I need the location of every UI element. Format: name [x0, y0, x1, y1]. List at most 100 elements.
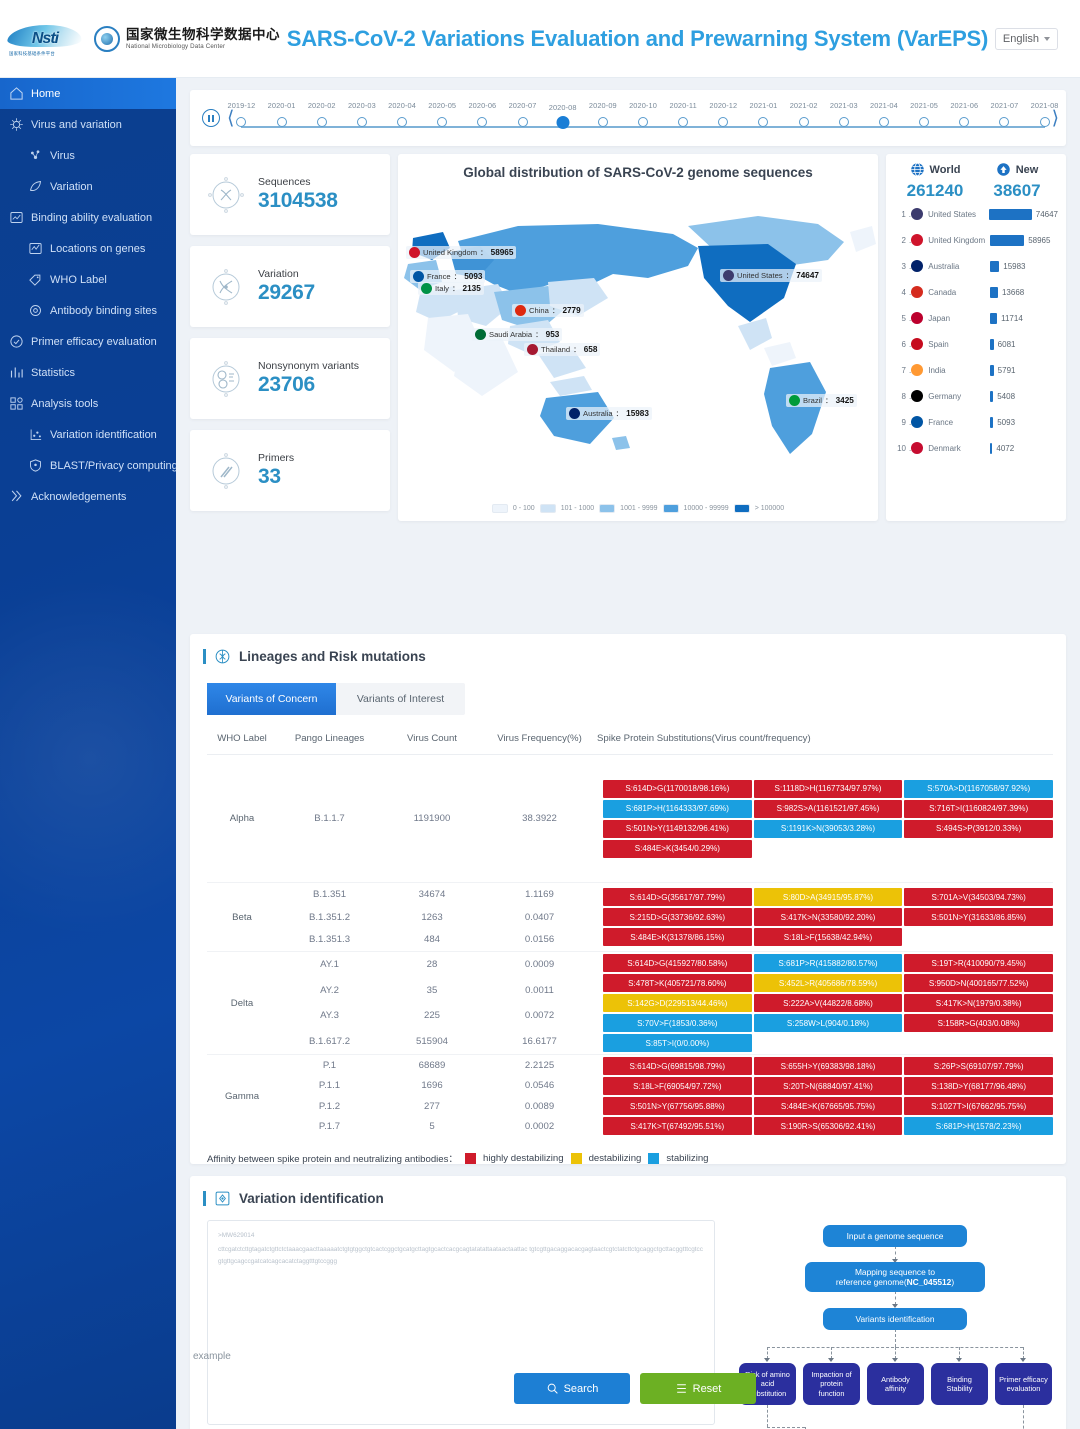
- timeline-node-2021-01[interactable]: 2021-01: [750, 101, 777, 127]
- tab-variants-of-interest[interactable]: Variants of Interest: [336, 683, 465, 715]
- mutation-chip[interactable]: S:701A>V(34503/94.73%): [904, 888, 1053, 906]
- sidebar-item-antibody-binding-sites[interactable]: Antibody binding sites: [0, 295, 176, 326]
- table-row[interactable]: Gamma P.1 68689 2.2125 S:614D>G(69815/98.79%…: [207, 1054, 1053, 1137]
- mutation-chip[interactable]: S:655H>Y(69383/98.18%): [753, 1057, 903, 1075]
- sidebar-item-home[interactable]: Home: [0, 78, 176, 109]
- timeline-node-2021-02[interactable]: 2021-02: [790, 101, 817, 127]
- search-button[interactable]: Search: [514, 1373, 630, 1404]
- mutation-chip[interactable]: S:681P>H(1164333/97.69%): [603, 799, 752, 818]
- timeline-pause-button[interactable]: [202, 109, 220, 127]
- sidebar-item-analysis-tools[interactable]: Analysis tools: [0, 388, 176, 419]
- mutation-chip[interactable]: S:18L>F(15638/42.94%): [753, 928, 903, 946]
- flow-node-input[interactable]: Input a genome sequence: [823, 1225, 967, 1247]
- mutation-chip[interactable]: S:484E>K(3454/0.29%): [603, 839, 752, 858]
- sidebar-item-variation-identification[interactable]: Variation identification: [0, 419, 176, 450]
- stat-card-primers[interactable]: Primers 33: [190, 430, 390, 511]
- mutation-chip[interactable]: S:478T>K(405721/78.60%): [603, 974, 752, 992]
- timeline-node-2021-08[interactable]: 2021-08: [1031, 101, 1058, 127]
- ranking-row[interactable]: 6. Spain 6081: [894, 331, 1058, 357]
- sidebar-item-who-label[interactable]: WHO Label: [0, 264, 176, 295]
- stat-card-variation[interactable]: Variation 29267: [190, 246, 390, 327]
- timeline-node-2020-02[interactable]: 2020-02: [308, 101, 336, 127]
- mutation-chip[interactable]: S:681P>R(415882/80.57%): [753, 954, 903, 972]
- mutation-chip[interactable]: S:26P>S(69107/97.79%): [904, 1057, 1053, 1075]
- mutation-chip[interactable]: S:484E>K(67665/95.75%): [753, 1097, 903, 1115]
- ranking-row[interactable]: 2. United Kingdom 58965: [894, 227, 1058, 253]
- ranking-row[interactable]: 10. Denmark 4072: [894, 435, 1058, 461]
- mutation-chip[interactable]: S:80D>A(34915/95.87%): [753, 888, 903, 906]
- timeline-node-2021-06[interactable]: 2021-06: [950, 101, 978, 127]
- timeline-node-2020-11[interactable]: 2020-11: [670, 101, 697, 127]
- timeline-node-2020-09[interactable]: 2020-09: [589, 101, 617, 127]
- mutation-chip[interactable]: S:614D>G(69815/98.79%): [603, 1057, 752, 1075]
- mutation-chip[interactable]: S:215D>G(33736/92.63%): [603, 908, 752, 926]
- timeline-node-2020-03[interactable]: 2020-03: [348, 101, 376, 127]
- table-row[interactable]: Delta AY.1 28 0.0009 S:614D>G(415927/80.58%)…: [207, 951, 1053, 1055]
- mutation-chip[interactable]: S:614D>G(1170018/98.16%): [603, 779, 752, 798]
- mutation-chip[interactable]: S:1027T>I(67662/95.75%): [904, 1097, 1053, 1115]
- sidebar-item-variation[interactable]: Variation: [0, 171, 176, 202]
- timeline-node-2020-08[interactable]: 2020-08: [549, 103, 576, 129]
- timeline-node-2019-12[interactable]: 2019-12: [228, 101, 255, 127]
- table-row[interactable]: Alpha B.1.1.7 1191900 38.3922 S:614D>G(11700…: [207, 755, 1053, 883]
- flow-node-branch-1[interactable]: Impaction of protein function: [803, 1363, 860, 1405]
- flow-node-branch-4[interactable]: Primer efficacy evaluation: [995, 1363, 1052, 1405]
- mutation-chip[interactable]: S:716T>I(1160824/97.39%): [904, 799, 1053, 818]
- sidebar-item-virus[interactable]: Virus: [0, 140, 176, 171]
- flow-node-mapping[interactable]: Mapping sequence to reference genome(NC_…: [805, 1262, 985, 1292]
- reset-button[interactable]: Reset: [640, 1373, 756, 1404]
- mutation-chip[interactable]: S:484E>K(31378/86.15%): [603, 928, 752, 946]
- timeline-node-2020-06[interactable]: 2020-06: [468, 101, 496, 127]
- sidebar-item-virus-and-variation[interactable]: Virus and variation: [0, 109, 176, 140]
- mutation-chip[interactable]: S:494S>P(3912/0.33%): [904, 819, 1053, 838]
- mutation-chip[interactable]: S:681P>H(1578/2.23%): [904, 1117, 1053, 1135]
- sidebar-item-blast-privacy-computing[interactable]: BLAST/Privacy computing: [0, 450, 176, 481]
- mutation-chip[interactable]: S:1191K>N(39053/3.28%): [753, 819, 903, 838]
- mutation-chip[interactable]: S:417K>T(67492/95.51%): [603, 1117, 752, 1135]
- mutation-chip[interactable]: S:138D>Y(68177/96.48%): [904, 1077, 1053, 1095]
- flow-node-variants[interactable]: Variants identification: [823, 1308, 967, 1330]
- ranking-row[interactable]: 1. United States 74647: [894, 201, 1058, 227]
- mutation-chip[interactable]: S:614D>G(35617/97.79%): [603, 888, 752, 906]
- table-row[interactable]: Beta B.1.351 34674 1.1169 S:614D>G(35617/97.…: [207, 882, 1053, 952]
- mutation-chip[interactable]: S:501N>Y(31633/86.85%): [904, 908, 1053, 926]
- ranking-row[interactable]: 5. Japan 11714: [894, 305, 1058, 331]
- mutation-chip[interactable]: S:501N>Y(67756/95.88%): [603, 1097, 752, 1115]
- mutation-chip[interactable]: S:19T>R(410090/79.45%): [904, 954, 1053, 972]
- example-link[interactable]: example: [193, 1351, 231, 1362]
- mutation-chip[interactable]: S:85T>I(0/0.00%): [603, 1034, 752, 1052]
- stat-card-sequences[interactable]: Sequences 3104538: [190, 154, 390, 235]
- timeline-node-2020-01[interactable]: 2020-01: [268, 101, 295, 127]
- timeline-node-2021-03[interactable]: 2021-03: [830, 101, 858, 127]
- timeline-node-2020-07[interactable]: 2020-07: [509, 101, 536, 127]
- mutation-chip[interactable]: S:570A>D(1167058/97.92%): [904, 779, 1053, 798]
- world-map-canvas[interactable]: [398, 186, 878, 486]
- mutation-chip[interactable]: S:1118D>H(1167734/97.97%): [753, 779, 903, 798]
- sequence-input[interactable]: >MW629014 cttcgatctcttgtagatctgttctctaaa…: [207, 1220, 715, 1425]
- mutation-chip[interactable]: S:158R>G(403/0.08%): [904, 1014, 1053, 1032]
- mutation-chip[interactable]: S:452L>R(405686/78.59%): [753, 974, 903, 992]
- mutation-chip[interactable]: S:501N>Y(1149132/96.41%): [603, 819, 752, 838]
- sidebar-item-binding-ability-evaluation[interactable]: Binding ability evaluation: [0, 202, 176, 233]
- timeline-track[interactable]: 2019-12 2020-01 2020-02 2020-03 2020-04 2020-…: [228, 98, 1058, 138]
- mutation-chip[interactable]: S:950D>N(400165/77.52%): [904, 974, 1053, 992]
- mutation-chip[interactable]: S:70V>F(1853/0.36%): [603, 1014, 752, 1032]
- sidebar-item-acknowledgements[interactable]: Acknowledgements: [0, 481, 176, 512]
- timeline-node-2020-04[interactable]: 2020-04: [388, 101, 416, 127]
- ranking-row[interactable]: 7. India 5791: [894, 357, 1058, 383]
- sidebar-item-statistics[interactable]: Statistics: [0, 357, 176, 388]
- mutation-chip[interactable]: S:417K>N(33580/92.20%): [753, 908, 903, 926]
- sidebar-item-locations-on-genes[interactable]: Locations on genes: [0, 233, 176, 264]
- mutation-chip[interactable]: S:18L>F(69054/97.72%): [603, 1077, 752, 1095]
- timeline-node-2021-07[interactable]: 2021-07: [990, 101, 1018, 127]
- mutation-chip[interactable]: S:142G>D(229513/44.46%): [603, 994, 752, 1012]
- ranking-row[interactable]: 4. Canada 13668: [894, 279, 1058, 305]
- mutation-chip[interactable]: S:614D>G(415927/80.58%): [603, 954, 752, 972]
- timeline-node-2020-10[interactable]: 2020-10: [629, 101, 657, 127]
- tab-variants-of-concern[interactable]: Variants of Concern: [207, 683, 336, 715]
- stat-card-nonsynonym-variants[interactable]: Nonsynonym variants 23706: [190, 338, 390, 419]
- timeline-node-2021-04[interactable]: 2021-04: [870, 101, 898, 127]
- mutation-chip[interactable]: S:258W>L(904/0.18%): [753, 1014, 903, 1032]
- ranking-row[interactable]: 9. France 5093: [894, 409, 1058, 435]
- mutation-chip[interactable]: S:417K>N(1979/0.38%): [904, 994, 1053, 1012]
